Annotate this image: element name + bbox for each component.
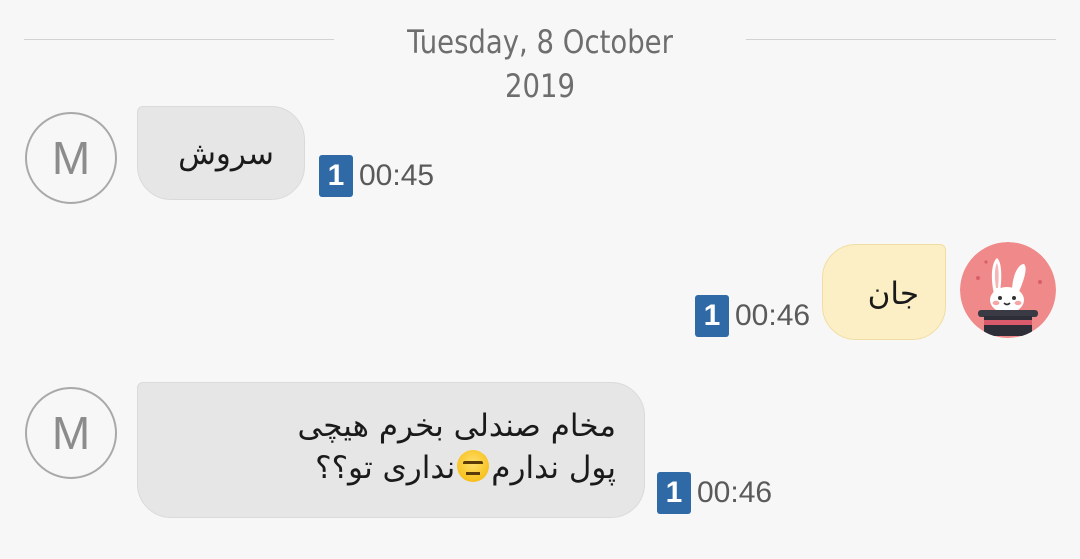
message-text-segment: نداری تو؟؟ [315,450,456,486]
sim-badge: 1 [695,295,729,337]
rabbit-avatar-svg [960,242,1056,338]
message-meta: 1 00:46 [657,472,772,514]
sim-badge: 1 [657,472,691,514]
date-label: Tuesday, 8 October 2019 [407,23,673,105]
message-bubble-incoming[interactable]: مخام صندلی بخرم هیچی پول ندارم نداری تو؟؟ [137,382,645,518]
message-bubble-incoming[interactable]: سروش [137,106,305,200]
sim-badge: 1 [319,155,353,197]
conversation-screen: Tuesday, 8 October 2019 M سروش 1 00:45 1… [0,0,1080,559]
message-time: 00:46 [735,299,811,332]
avatar-letter: M [51,407,91,459]
message-bubble-outgoing[interactable]: جان [822,244,946,340]
date-divider: Tuesday, 8 October 2019 [0,20,1080,105]
message-meta: 1 00:46 [695,295,810,337]
rabbit-magic-hat-icon[interactable] [960,242,1056,338]
contact-avatar[interactable]: M [25,387,117,479]
expressionless-face-emoji-icon [457,450,490,482]
contact-avatar[interactable]: M [25,112,117,204]
message-text-line: مخام صندلی بخرم هیچی [297,408,616,444]
message-time: 00:46 [697,476,773,509]
message-text-line: پول ندارم نداری تو؟؟ [166,447,616,489]
divider-line-right [746,39,1056,40]
avatar-letter: M [51,132,91,184]
message-meta: 1 00:45 [319,155,434,197]
message-text-segment: پول ندارم [491,450,616,486]
divider-line-left [24,39,334,40]
message-text: جان [867,276,919,312]
message-text: سروش [178,136,274,172]
message-time: 00:45 [359,159,435,192]
